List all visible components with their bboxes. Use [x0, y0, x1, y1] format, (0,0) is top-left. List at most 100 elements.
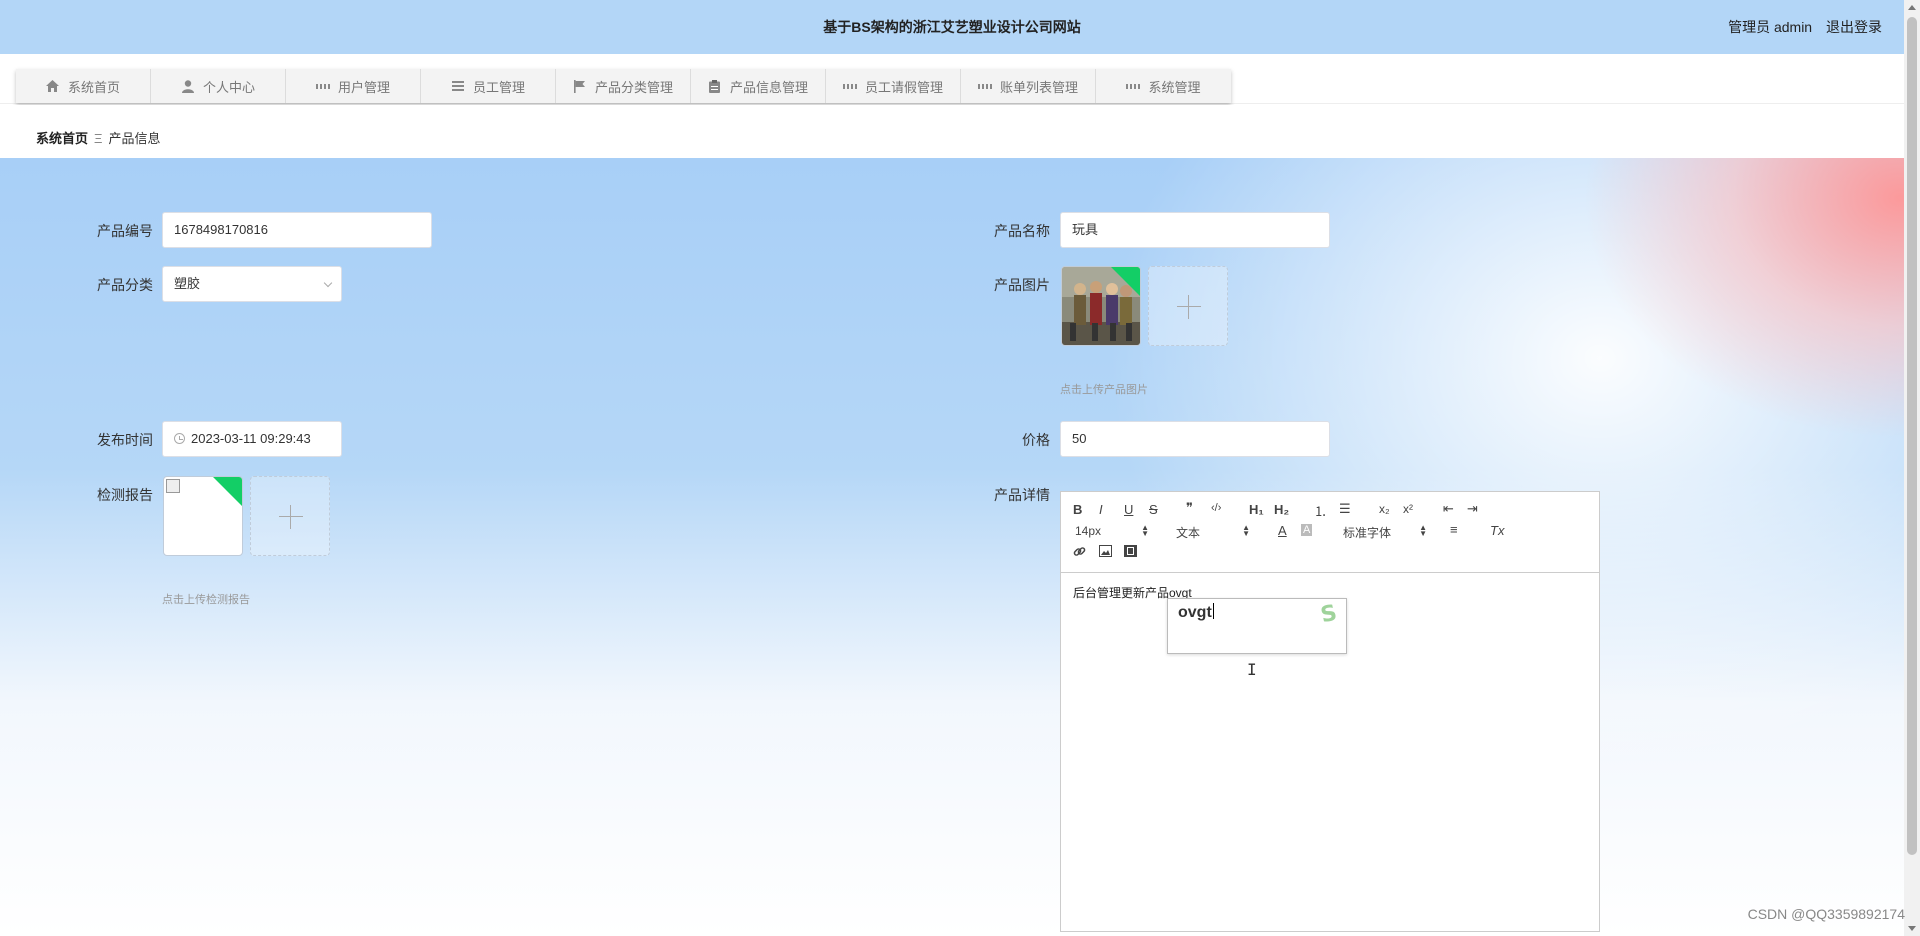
watermark: CSDN @QQ3359892174 [1747, 906, 1905, 922]
product-image-thumbnail[interactable] [1061, 266, 1141, 346]
nav-label: 系统首页 [67, 79, 120, 95]
bullet-list-button[interactable]: ☰ [1339, 501, 1351, 517]
ime-input: ovgt [1178, 604, 1212, 621]
code-button[interactable]: ‹/› [1211, 502, 1221, 514]
underline-button[interactable]: U [1124, 502, 1133, 517]
product-image-label: 产品图片 [994, 277, 1050, 293]
indent-button[interactable]: ⇥ [1467, 501, 1478, 517]
subscript-button[interactable]: x₂ [1379, 502, 1390, 516]
nav-bar: 系统首页 个人中心 用户管理 员工管理 产品分类管理 产品信息管理 员工请假管理… [0, 54, 1904, 104]
broken-image-icon [166, 479, 180, 493]
select-arrows-icon: ▲ ▼ [1419, 523, 1427, 538]
scroll-up-icon[interactable] [1908, 5, 1916, 10]
admin-user-label[interactable]: 管理员 admin [1728, 19, 1812, 35]
page-scrollbar[interactable] [1904, 0, 1920, 936]
home-icon [46, 79, 60, 93]
link-button[interactable] [1073, 545, 1086, 561]
plus-icon [1177, 306, 1201, 307]
report-upload-button[interactable] [250, 476, 330, 556]
nav-item-home[interactable]: 系统首页 [16, 69, 151, 103]
nav-item-staff-leave[interactable]: 员工请假管理 [826, 69, 961, 103]
category-select[interactable]: 塑胶 [162, 266, 342, 302]
top-header: 基于BS架构的浙江艾艺塑业设计公司网站 管理员 admin 退出登录 [0, 0, 1904, 54]
product-name-input[interactable]: 玩具 [1060, 212, 1330, 248]
outdent-button[interactable]: ⇤ [1443, 501, 1454, 517]
h1-button[interactable]: H₁ [1249, 502, 1264, 517]
grid-icon [315, 79, 330, 93]
product-name-label: 产品名称 [994, 223, 1050, 239]
image-button[interactable] [1099, 545, 1112, 560]
strike-button[interactable]: S [1149, 502, 1158, 517]
site-title: 基于BS架构的浙江艾艺塑业设计公司网站 [823, 19, 1081, 35]
clock-icon [174, 433, 185, 444]
ime-composition-popup: ovgt S [1167, 598, 1347, 654]
nav-item-users[interactable]: 用户管理 [286, 69, 421, 103]
nav-label: 产品信息管理 [729, 79, 808, 95]
grid-icon [977, 79, 992, 93]
header-select[interactable]: 文本 ▲ ▼ [1176, 524, 1250, 541]
header-value: 文本 [1176, 526, 1201, 540]
scroll-thumb[interactable] [1907, 17, 1917, 855]
nav-item-product-category[interactable]: 产品分类管理 [556, 69, 691, 103]
ordered-list-button[interactable]: ⒈ [1314, 501, 1327, 520]
category-value: 塑胶 [174, 276, 201, 291]
category-label: 产品分类 [97, 277, 153, 293]
report-thumbnail[interactable] [163, 476, 243, 556]
report-upload-hint: 点击上传检测报告 [162, 594, 250, 606]
font-size-select[interactable]: 14px ▲ ▼ [1075, 523, 1149, 539]
nav-item-product-info[interactable]: 产品信息管理 [691, 69, 826, 103]
user-area: 管理员 admin 退出登录 [1718, 17, 1882, 37]
product-no-input[interactable]: 1678498170816 [162, 212, 432, 248]
breadcrumb-separator: Ξ [94, 131, 103, 146]
font-size-value: 14px [1075, 524, 1102, 538]
flag-icon [573, 79, 587, 93]
grid-icon [842, 79, 857, 93]
nav-label: 员工管理 [472, 79, 525, 95]
scroll-down-icon[interactable] [1908, 926, 1916, 931]
report-label: 检测报告 [97, 487, 153, 503]
superscript-button[interactable]: x² [1403, 502, 1413, 516]
product-no-label: 产品编号 [97, 223, 153, 239]
nav-item-staff[interactable]: 员工管理 [421, 69, 556, 103]
publish-time-picker[interactable]: 2023-03-11 09:29:43 [162, 421, 342, 457]
clean-format-button[interactable]: Tx [1490, 523, 1504, 538]
nav-item-system[interactable]: 系统管理 [1096, 69, 1231, 103]
person-icon [181, 79, 195, 93]
product-image-upload-hint: 点击上传产品图片 [1060, 384, 1148, 396]
breadcrumb-home[interactable]: 系统首页 [36, 131, 88, 146]
italic-button[interactable]: I [1099, 502, 1103, 517]
grid-icon [1126, 79, 1141, 93]
plus-icon [279, 516, 303, 517]
select-arrows-icon: ▲ ▼ [1141, 523, 1149, 538]
price-input[interactable]: 50 [1060, 421, 1330, 457]
breadcrumb: 系统首页 Ξ 产品信息 [36, 128, 160, 147]
nav-label: 员工请假管理 [864, 79, 943, 95]
image-icon [1099, 545, 1112, 557]
video-icon [1124, 545, 1137, 557]
select-arrows-icon: ▲ ▼ [1242, 523, 1250, 538]
nav-item-bills[interactable]: 账单列表管理 [961, 69, 1096, 103]
font-color-button[interactable]: A [1278, 523, 1287, 538]
breadcrumb-bar: 系统首页 Ξ 产品信息 [0, 105, 1904, 158]
h2-button[interactable]: H₂ [1274, 502, 1289, 517]
video-button[interactable] [1124, 545, 1137, 560]
breadcrumb-current: 产品信息 [108, 131, 161, 146]
nav-item-profile[interactable]: 个人中心 [151, 69, 286, 103]
background-color-button[interactable]: A [1301, 524, 1313, 536]
price-label: 价格 [1022, 432, 1050, 448]
align-button[interactable]: ≡ [1450, 522, 1458, 537]
font-family-select[interactable]: 标准字体 ▲ ▼ [1343, 524, 1427, 541]
nav-label: 产品分类管理 [594, 79, 673, 95]
nav-label: 账单列表管理 [999, 79, 1078, 95]
ime-logo-icon: S [1318, 600, 1340, 629]
logout-button[interactable]: 退出登录 [1826, 19, 1882, 35]
detail-label: 产品详情 [994, 487, 1050, 503]
bold-button[interactable]: B [1073, 502, 1082, 517]
list-icon [451, 79, 465, 93]
quote-button[interactable]: ❞ [1186, 500, 1193, 516]
upload-success-badge [211, 477, 242, 508]
ibeam-cursor-icon: I [1247, 660, 1257, 679]
product-image-upload-button[interactable] [1148, 266, 1228, 346]
link-icon [1073, 547, 1086, 556]
publish-time-label: 发布时间 [97, 432, 153, 448]
